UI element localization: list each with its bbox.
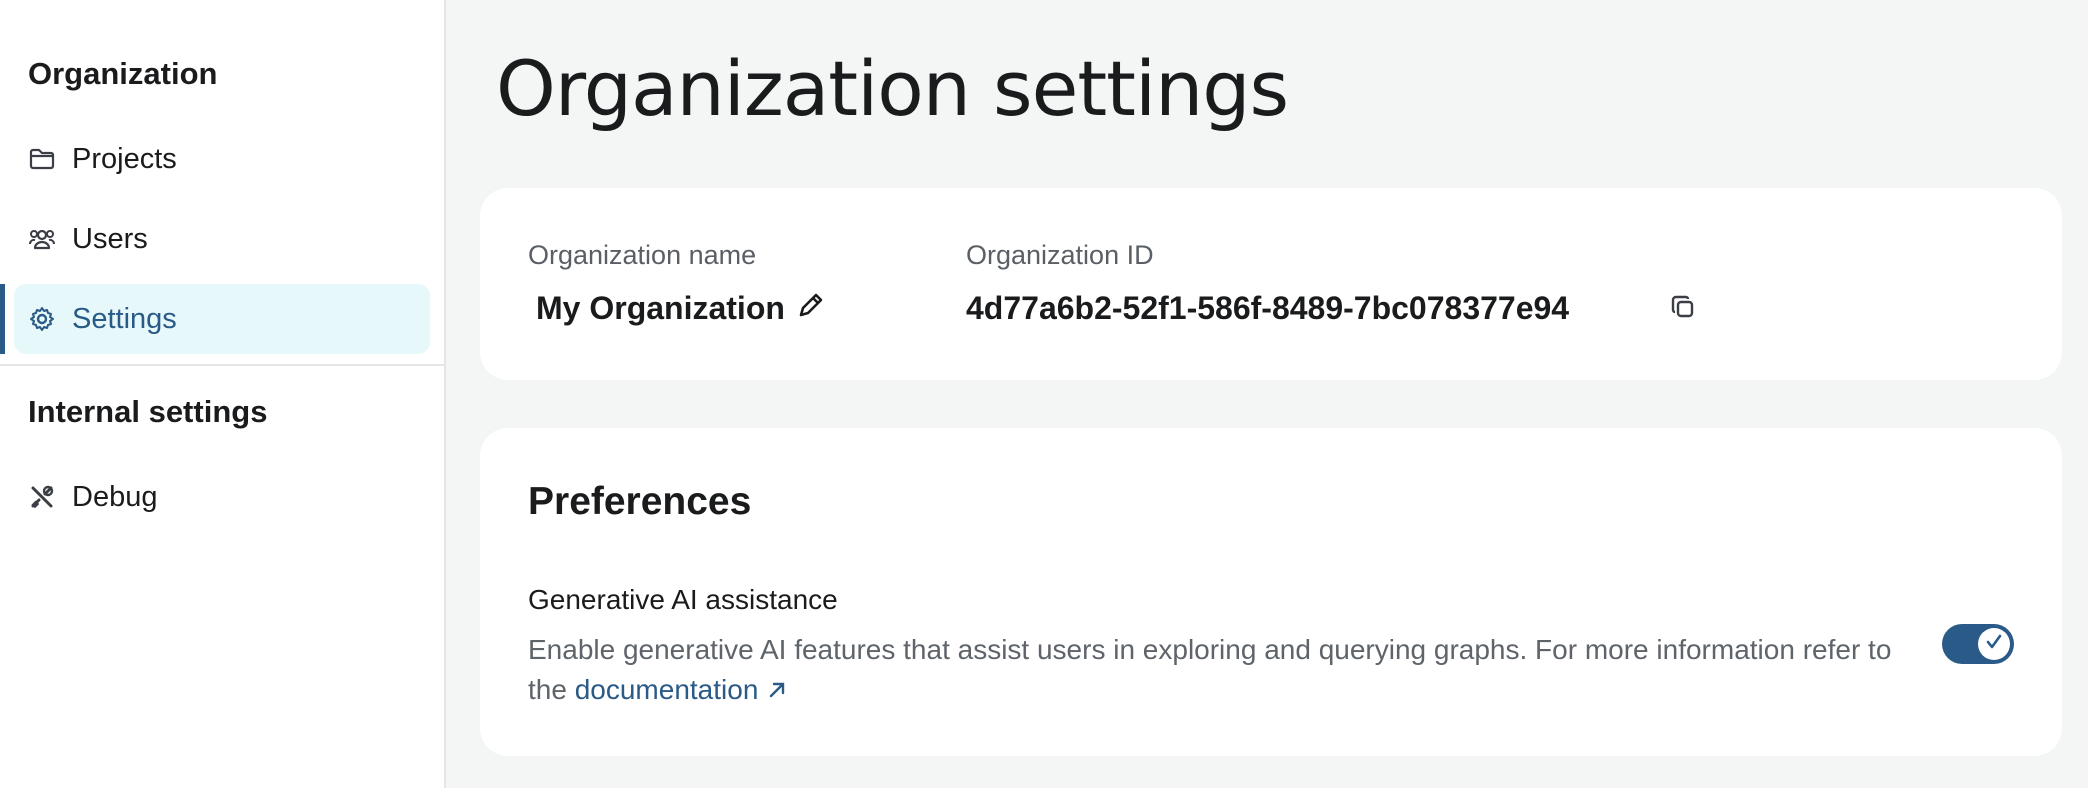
ai-assistance-toggle[interactable] (1942, 624, 2014, 664)
preferences-card: Preferences Generative AI assistance Ena… (480, 428, 2062, 756)
organization-id-label: Organization ID (966, 240, 1154, 270)
tools-icon (28, 483, 56, 511)
organization-info-card: Organization name My Organization Organi… (480, 188, 2062, 380)
sidebar-item-debug[interactable]: Debug (14, 462, 430, 532)
organization-name-label: Organization name (528, 240, 757, 270)
sidebar-item-settings[interactable]: Settings (14, 284, 430, 354)
folder-icon (28, 145, 56, 173)
documentation-link[interactable]: documentation (575, 674, 788, 705)
ai-assistance-title: Generative AI assistance (528, 584, 838, 615)
ai-assistance-description: Enable generative AI features that assis… (528, 630, 1928, 710)
documentation-link-label: documentation (574, 674, 759, 705)
sidebar-item-label: Projects (72, 142, 177, 175)
internal-settings-heading: Internal settings (28, 394, 268, 429)
copy-icon (1670, 294, 1696, 325)
users-icon (28, 225, 56, 253)
active-indicator (0, 284, 5, 354)
sidebar-divider (0, 364, 446, 366)
organization-name-value: My Organization (536, 290, 785, 326)
copy-id-button[interactable] (1666, 292, 1700, 326)
organization-heading: Organization (28, 56, 218, 91)
preferences-title: Preferences (528, 480, 752, 523)
toggle-knob (1978, 628, 2010, 660)
page-title: Organization settings (496, 44, 1289, 133)
sidebar: Organization Projects Users Settings Int… (0, 0, 446, 788)
sidebar-item-label: Settings (72, 302, 177, 335)
sidebar-item-label: Users (72, 222, 148, 255)
pencil-icon (796, 290, 826, 325)
external-link-icon (766, 674, 788, 705)
gear-icon (28, 305, 56, 333)
sidebar-item-users[interactable]: Users (14, 204, 430, 274)
sidebar-item-label: Debug (72, 480, 158, 513)
checkmark-icon (1983, 631, 2005, 658)
organization-id-value: 4d77a6b2-52f1-586f-8489-7bc078377e94 (966, 290, 1570, 326)
edit-name-button[interactable] (794, 290, 828, 324)
sidebar-item-projects[interactable]: Projects (14, 124, 430, 194)
